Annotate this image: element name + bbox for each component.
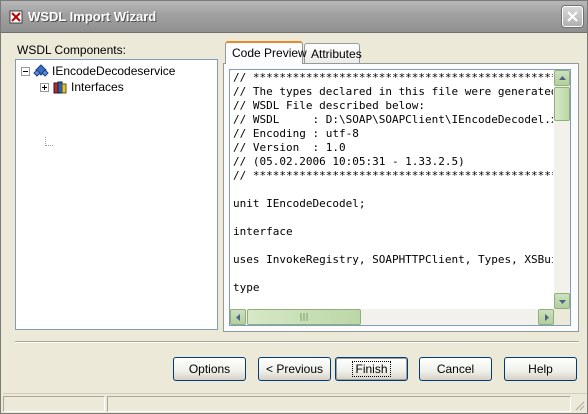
grip-icon xyxy=(300,313,308,321)
status-bar xyxy=(3,393,587,413)
app-icon xyxy=(9,10,23,24)
scroll-corner xyxy=(554,309,570,325)
code-line: // The types declared in this file were … xyxy=(233,85,553,98)
arrow-right-icon xyxy=(545,314,549,321)
code-line: unit IEncodeDecodel; xyxy=(233,197,366,210)
vertical-scroll-thumb[interactable] xyxy=(554,87,570,121)
arrow-left-icon xyxy=(236,314,240,321)
scroll-down-button[interactable] xyxy=(554,293,570,309)
separator xyxy=(15,341,579,343)
arrow-up-icon xyxy=(559,76,566,80)
code-preview-editor[interactable]: // *************************************… xyxy=(229,69,571,326)
scroll-left-button[interactable] xyxy=(230,309,246,325)
tab-attributes-label: Attributes xyxy=(311,47,362,61)
cancel-button[interactable]: Cancel xyxy=(419,357,492,381)
options-button[interactable]: Options xyxy=(173,357,246,381)
tree-item-interfaces[interactable]: Interfaces xyxy=(40,79,124,95)
cancel-button-label: Cancel xyxy=(436,362,475,376)
scroll-up-button[interactable] xyxy=(554,70,570,86)
scroll-right-button[interactable] xyxy=(538,309,554,325)
resize-grip-icon[interactable] xyxy=(573,399,585,411)
horizontal-scroll-thumb[interactable] xyxy=(247,309,361,325)
collapse-toggle-icon[interactable] xyxy=(21,66,30,76)
books-icon xyxy=(53,81,67,94)
code-line: // Version : 1.0 xyxy=(233,141,346,154)
close-icon xyxy=(567,11,578,22)
horizontal-scrollbar[interactable] xyxy=(230,309,554,325)
tree-item-interfaces-label: Interfaces xyxy=(71,80,124,94)
tab-code-preview-label: Code Preview xyxy=(232,46,307,60)
code-text[interactable]: // *************************************… xyxy=(233,71,553,310)
options-button-label: Options xyxy=(188,362,231,376)
code-line: interface xyxy=(233,225,293,238)
previous-button[interactable]: < Previous xyxy=(258,357,331,381)
wsdl-import-wizard-window: WSDL Import Wizard WSDL Components: IEnc… xyxy=(0,0,588,414)
title-bar[interactable]: WSDL Import Wizard xyxy=(1,1,587,33)
window-title: WSDL Import Wizard xyxy=(28,9,157,24)
finish-button-label: Finish xyxy=(352,361,391,377)
help-button[interactable]: Help xyxy=(504,357,577,381)
wsdl-components-label: WSDL Components: xyxy=(17,43,126,57)
status-pane-2 xyxy=(107,396,571,412)
service-icon xyxy=(33,64,49,77)
code-line: // (05.02.2006 10:05:31 - 1.33.2.5) xyxy=(233,155,465,168)
previous-button-label: < Previous xyxy=(265,362,324,376)
code-line: // *************************************… xyxy=(233,169,553,182)
code-line: type xyxy=(233,281,260,294)
close-button[interactable] xyxy=(562,6,583,27)
tree-item-root-label: IEncodeDecodeservice xyxy=(52,64,176,78)
tab-code-preview[interactable]: Code Preview xyxy=(225,41,307,64)
code-line: // Encoding : utf-8 xyxy=(233,127,359,140)
wsdl-components-tree[interactable]: IEncodeDecodeservice Interfaces xyxy=(15,59,218,330)
vertical-scrollbar[interactable] xyxy=(554,70,570,309)
finish-button[interactable]: Finish xyxy=(335,357,408,381)
code-line: // WSDL File described below: xyxy=(233,99,426,112)
arrow-down-icon xyxy=(559,300,566,304)
tree-item-root[interactable]: IEncodeDecodeservice xyxy=(21,63,176,79)
status-pane-1 xyxy=(3,396,105,412)
code-line: uses InvokeRegistry, SOAPHTTPClient, Typ… xyxy=(233,253,553,266)
code-line: // WSDL : D:\SOAP\SOAPClient\IEncodeDeco… xyxy=(233,113,553,126)
code-line: // *************************************… xyxy=(233,71,553,84)
tree-connector xyxy=(45,137,53,146)
help-button-label: Help xyxy=(528,362,553,376)
expand-toggle-icon[interactable] xyxy=(40,82,49,92)
tab-attributes[interactable]: Attributes xyxy=(304,43,362,64)
